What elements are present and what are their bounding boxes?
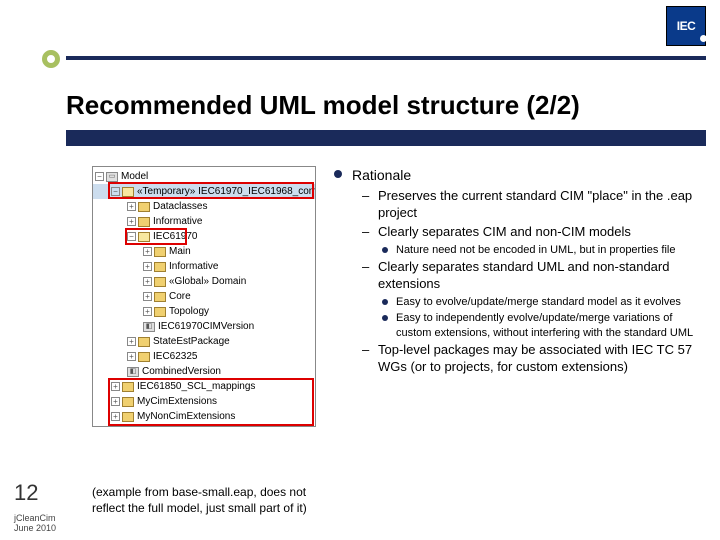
bullet-icon — [382, 315, 388, 321]
tree-node: +IEC61850_SCL_mappings — [93, 379, 315, 394]
accent-circle — [42, 50, 60, 68]
iec-logo: IEC — [666, 6, 706, 46]
tree-node: +MyCimExtensions — [93, 394, 315, 409]
bullet-l3: Easy to independently evolve/update/merg… — [382, 311, 706, 340]
tree-node: +Informative — [93, 259, 315, 274]
bullet-l3: Nature need not be encoded in UML, but i… — [382, 243, 706, 257]
model-tree: −▭Model −«Temporary» IEC61970_IEC61968_c… — [92, 166, 316, 427]
slide-title: Recommended UML model structure (2/2) — [66, 90, 706, 121]
tree-node: +Informative — [93, 214, 315, 229]
tree-node: +«Global» Domain — [93, 274, 315, 289]
tree-node: ◧CombinedVersion — [93, 364, 315, 379]
bullet-l2: –Clearly separates CIM and non-CIM model… — [362, 224, 706, 241]
tree-caption: (example from base-small.eap, does not r… — [92, 485, 316, 516]
bullet-l2: –Clearly separates standard UML and non-… — [362, 259, 706, 293]
tree-wrapper: −▭Model −«Temporary» IEC61970_IEC61968_c… — [92, 166, 316, 427]
tree-node: +Topology — [93, 304, 315, 319]
tree-node: −IEC61970 — [93, 229, 315, 244]
bullet-l2: –Preserves the current standard CIM "pla… — [362, 188, 706, 222]
tree-node: ◧IEC61970CIMVersion — [93, 319, 315, 334]
tree-node: +MyNonCimExtensions — [93, 409, 315, 424]
title-bar — [66, 130, 706, 146]
slide: IEC Recommended UML model structure (2/2… — [0, 0, 720, 540]
right-column: Rationale –Preserves the current standar… — [334, 166, 706, 530]
footer-line-2: June 2010 — [14, 524, 56, 534]
footer: jCleanCim June 2010 — [14, 514, 56, 534]
bullet-l3: Easy to evolve/update/merge standard mod… — [382, 295, 706, 309]
rationale-header: Rationale — [352, 166, 411, 184]
bullet-icon — [382, 247, 388, 253]
left-column: −▭Model −«Temporary» IEC61970_IEC61968_c… — [92, 166, 316, 530]
bullet-icon — [382, 299, 388, 305]
tree-node: +Core — [93, 289, 315, 304]
tree-node: +Main — [93, 244, 315, 259]
slide-number: 12 — [14, 480, 38, 506]
bullet-l1: Rationale — [334, 166, 706, 184]
bullet-icon — [334, 170, 342, 178]
bullet-l2: –Top-level packages may be associated wi… — [362, 342, 706, 376]
tree-node: +IEC62325 — [93, 349, 315, 364]
tree-node: −«Temporary» IEC61970_IEC61968_combined — [93, 184, 315, 199]
tree-node: +StateEstPackage — [93, 334, 315, 349]
top-divider — [66, 56, 706, 60]
content-area: −▭Model −«Temporary» IEC61970_IEC61968_c… — [92, 166, 706, 530]
tree-root: −▭Model — [93, 169, 315, 184]
tree-node: +Dataclasses — [93, 199, 315, 214]
